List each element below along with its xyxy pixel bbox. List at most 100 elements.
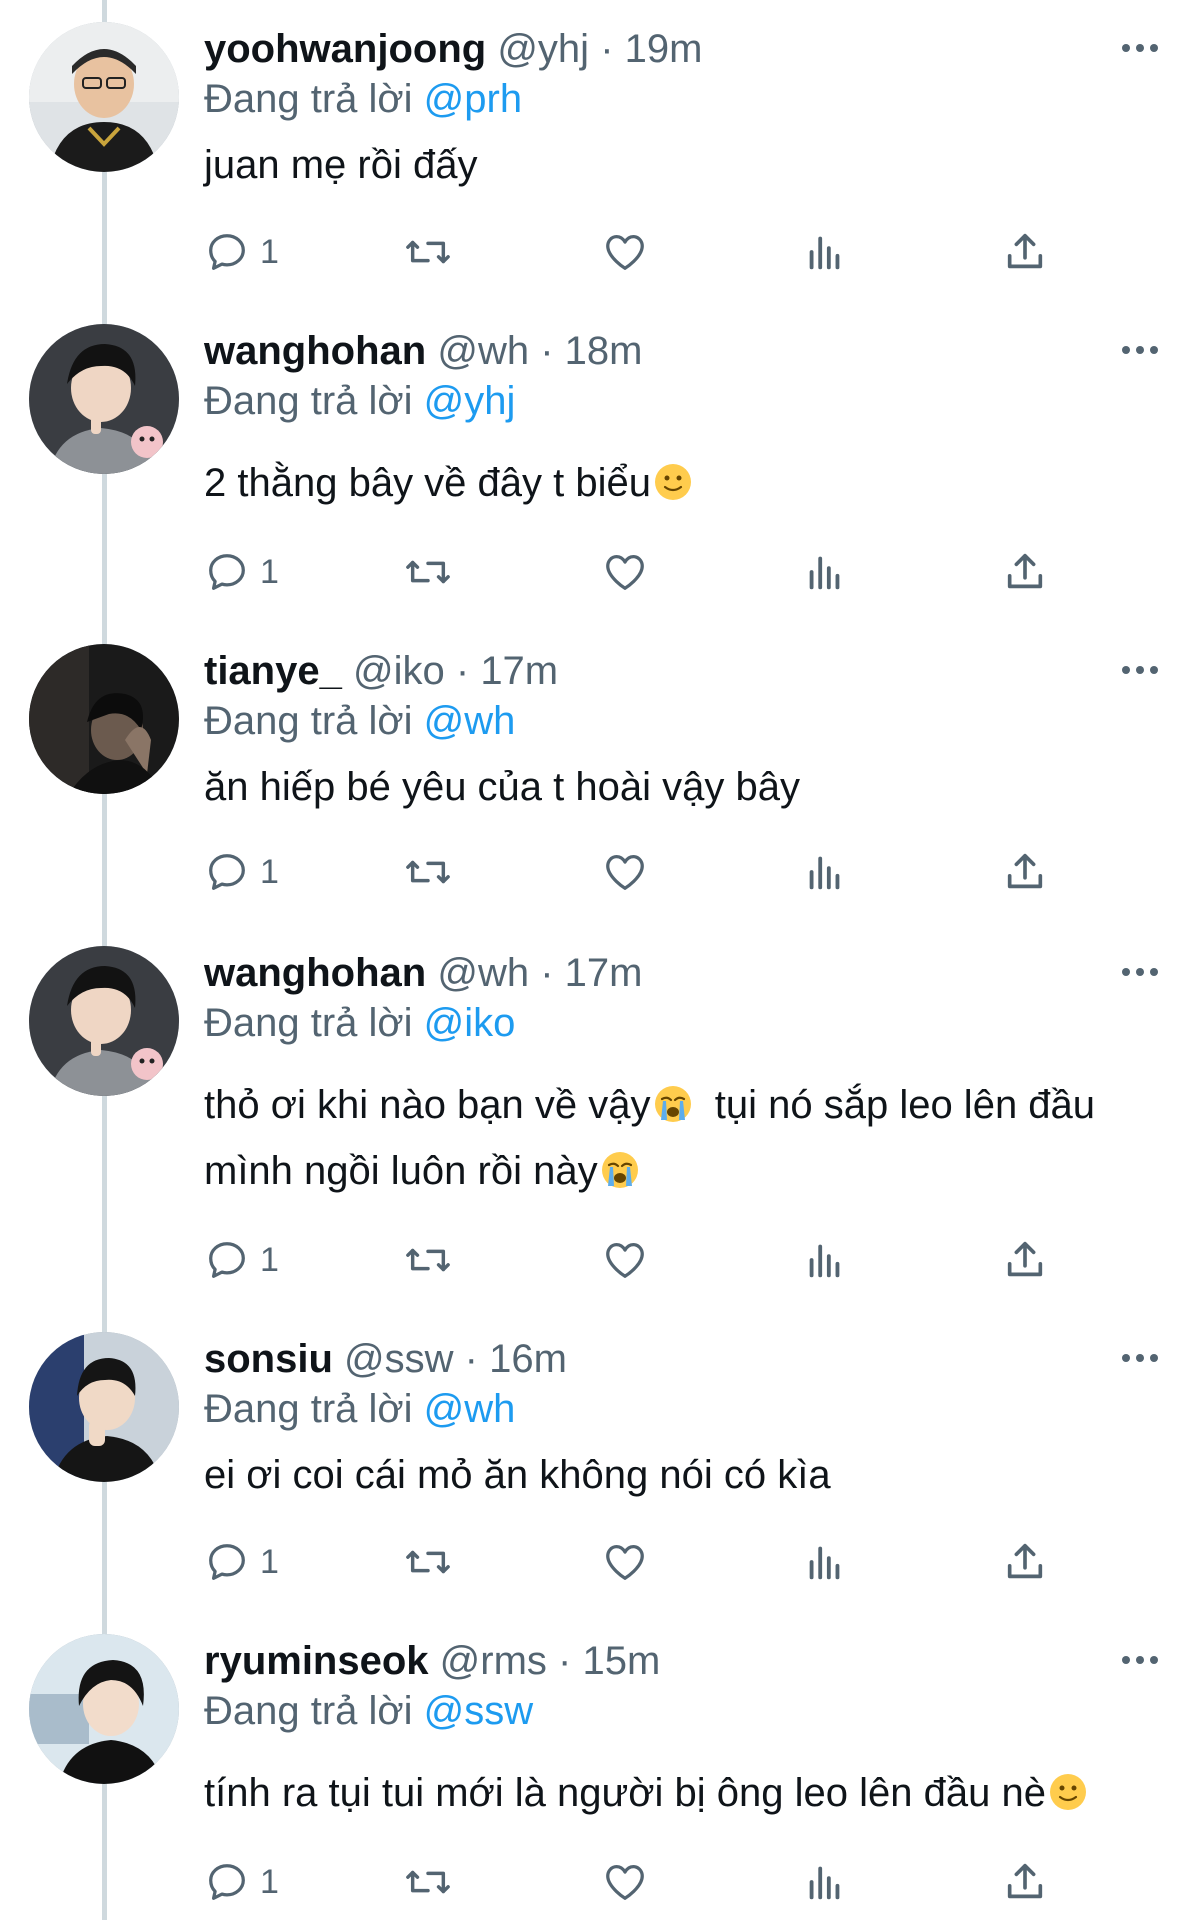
views-icon bbox=[809, 1244, 840, 1278]
username[interactable]: tianye_ bbox=[204, 649, 342, 693]
avatar[interactable] bbox=[29, 1634, 179, 1784]
more-icon[interactable] bbox=[1118, 1648, 1162, 1672]
retweet-icon bbox=[406, 1550, 450, 1574]
avatar[interactable] bbox=[29, 644, 179, 794]
retweet-button[interactable] bbox=[402, 1230, 454, 1290]
slightly-smiling-face-emoji bbox=[1049, 1774, 1086, 1810]
replying-to-handle[interactable]: @yhj bbox=[424, 379, 516, 423]
separator-dot: · bbox=[464, 1337, 478, 1381]
share-button[interactable] bbox=[1002, 1852, 1048, 1912]
retweet-icon bbox=[406, 860, 450, 884]
tweet-text-line: juan mẹ rồi đấy bbox=[204, 143, 478, 187]
views-button[interactable] bbox=[802, 842, 848, 902]
replying-to-handle[interactable]: @iko bbox=[424, 1001, 516, 1045]
replying-to-handle[interactable]: @wh bbox=[424, 699, 516, 743]
retweet-button[interactable] bbox=[402, 842, 454, 902]
reply-icon bbox=[209, 554, 245, 590]
timestamp[interactable]: 16m bbox=[489, 1337, 567, 1381]
loudly-crying-face-emoji bbox=[654, 1086, 691, 1122]
reply-button[interactable]: 1 bbox=[204, 1532, 279, 1592]
tweet-text: ei ơi coi cái mỏ ăn không nói có kìa bbox=[204, 1442, 831, 1508]
share-button[interactable] bbox=[1002, 222, 1048, 282]
username[interactable]: yoohwanjoong bbox=[204, 27, 486, 71]
like-button[interactable] bbox=[602, 1532, 648, 1592]
timestamp[interactable]: 17m bbox=[480, 649, 558, 693]
views-button[interactable] bbox=[802, 542, 848, 602]
reply-button[interactable]: 1 bbox=[204, 1230, 279, 1290]
more-icon[interactable] bbox=[1118, 1346, 1162, 1370]
separator-dot: · bbox=[455, 649, 470, 693]
tweet-text-line: tính ra tụi tui mới là người bị ông leo … bbox=[204, 1771, 1046, 1815]
views-icon bbox=[809, 1866, 840, 1900]
share-button[interactable] bbox=[1002, 842, 1048, 902]
handle[interactable]: @rms bbox=[440, 1639, 547, 1683]
username[interactable]: ryuminseok bbox=[204, 1639, 429, 1683]
reply-button[interactable]: 1 bbox=[204, 1852, 279, 1912]
reply-icon bbox=[209, 1864, 245, 1900]
replying-to: Đang trả lời @iko bbox=[204, 998, 515, 1048]
handle[interactable]: @yhj bbox=[497, 27, 589, 71]
replying-to-handle[interactable]: @wh bbox=[424, 1387, 516, 1431]
share-button[interactable] bbox=[1002, 1532, 1048, 1592]
views-button[interactable] bbox=[802, 1532, 848, 1592]
retweet-icon bbox=[406, 240, 450, 264]
avatar[interactable] bbox=[29, 22, 179, 172]
like-button[interactable] bbox=[602, 542, 648, 602]
like-button[interactable] bbox=[602, 1230, 648, 1290]
handle[interactable]: @wh bbox=[437, 951, 529, 995]
timestamp[interactable]: 15m bbox=[582, 1639, 660, 1683]
reply-count: 1 bbox=[260, 1862, 279, 1901]
more-icon[interactable] bbox=[1118, 658, 1162, 682]
share-icon bbox=[1007, 233, 1043, 269]
retweet-icon bbox=[406, 560, 450, 584]
like-button[interactable] bbox=[602, 842, 648, 902]
handle[interactable]: @wh bbox=[437, 329, 529, 373]
retweet-button[interactable] bbox=[402, 542, 454, 602]
tweet-actions: 1 bbox=[0, 1532, 1203, 1592]
avatar[interactable] bbox=[29, 324, 179, 474]
username[interactable]: sonsiu bbox=[204, 1337, 333, 1381]
views-icon bbox=[809, 556, 840, 590]
username[interactable]: wanghohan bbox=[204, 329, 426, 373]
tweet-header: ryuminseok @rms · 15m bbox=[204, 1636, 660, 1686]
avatar[interactable] bbox=[29, 1332, 179, 1482]
share-icon bbox=[1007, 553, 1043, 589]
views-icon bbox=[809, 1546, 840, 1580]
share-button[interactable] bbox=[1002, 542, 1048, 602]
retweet-button[interactable] bbox=[402, 1532, 454, 1592]
retweet-button[interactable] bbox=[402, 222, 454, 282]
like-button[interactable] bbox=[602, 222, 648, 282]
share-icon bbox=[1007, 1543, 1043, 1579]
like-button[interactable] bbox=[602, 1852, 648, 1912]
tweet-text-line: ei ơi coi cái mỏ ăn không nói có kìa bbox=[204, 1453, 831, 1497]
handle[interactable]: @iko bbox=[353, 649, 445, 693]
reply-icon bbox=[209, 1242, 245, 1278]
views-button[interactable] bbox=[802, 1852, 848, 1912]
more-icon[interactable] bbox=[1118, 338, 1162, 362]
heart-icon bbox=[606, 855, 644, 890]
share-button[interactable] bbox=[1002, 1230, 1048, 1290]
separator-dot: · bbox=[600, 27, 614, 71]
username[interactable]: wanghohan bbox=[204, 951, 426, 995]
reply-button[interactable]: 1 bbox=[204, 542, 279, 602]
handle[interactable]: @ssw bbox=[344, 1337, 454, 1381]
retweet-icon bbox=[406, 1248, 450, 1272]
replying-to-handle[interactable]: @prh bbox=[424, 77, 522, 121]
timestamp[interactable]: 18m bbox=[565, 329, 643, 373]
reply-button[interactable]: 1 bbox=[204, 222, 279, 282]
tweet-header: tianye_ @iko · 17m bbox=[204, 646, 558, 696]
views-button[interactable] bbox=[802, 1230, 848, 1290]
reply-count: 1 bbox=[260, 1240, 279, 1279]
share-icon bbox=[1007, 1863, 1043, 1899]
tweet-header: yoohwanjoong @yhj · 19m bbox=[204, 24, 702, 74]
timestamp[interactable]: 19m bbox=[625, 27, 703, 71]
views-button[interactable] bbox=[802, 222, 848, 282]
reply-button[interactable]: 1 bbox=[204, 842, 279, 902]
more-icon[interactable] bbox=[1118, 36, 1162, 60]
avatar[interactable] bbox=[29, 946, 179, 1096]
replying-to-handle[interactable]: @ssw bbox=[424, 1689, 534, 1733]
more-icon[interactable] bbox=[1118, 960, 1162, 984]
timestamp[interactable]: 17m bbox=[565, 951, 643, 995]
reply-icon bbox=[209, 234, 245, 270]
retweet-button[interactable] bbox=[402, 1852, 454, 1912]
